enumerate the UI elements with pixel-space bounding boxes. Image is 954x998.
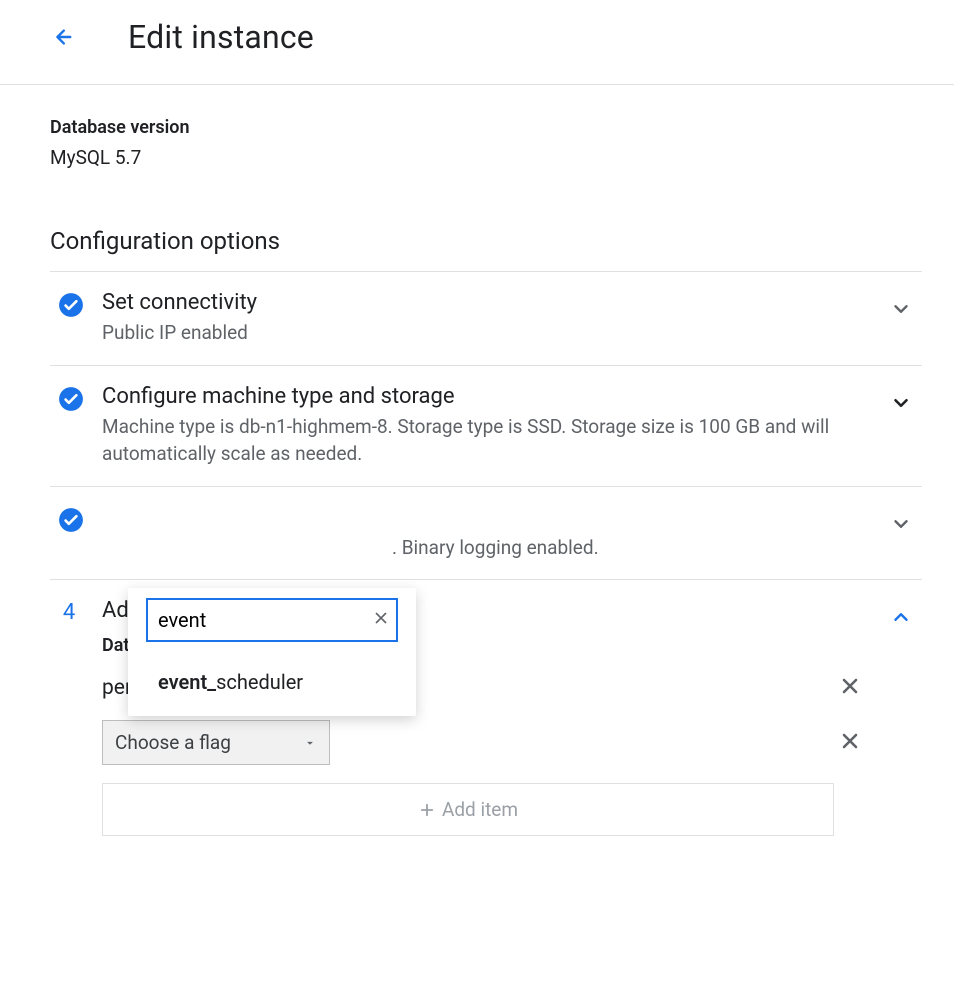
close-icon: [838, 674, 862, 698]
config-options-title: Configuration options: [50, 227, 922, 255]
add-item-button[interactable]: Add item: [102, 783, 834, 836]
expand-machine[interactable]: [890, 392, 912, 418]
db-version-label: Database version: [50, 117, 922, 138]
arrow-left-icon: [51, 26, 73, 48]
flag-search-input[interactable]: [146, 598, 398, 642]
plus-icon: [418, 801, 436, 819]
row-connectivity-sub: Public IP enabled: [102, 319, 866, 347]
expand-backups[interactable]: [890, 513, 912, 539]
flag-autocomplete: event_scheduler: [128, 588, 416, 716]
page-title: Edit instance: [128, 18, 314, 56]
row-machine[interactable]: Configure machine type and storage Machi…: [50, 366, 922, 487]
chevron-down-icon: [890, 513, 912, 535]
choose-flag-select[interactable]: Choose a flag: [102, 720, 330, 765]
row-connectivity[interactable]: Set connectivity Public IP enabled: [50, 272, 922, 366]
remove-flag-button[interactable]: [838, 674, 862, 702]
row-backups-sub: . Binary logging enabled.: [102, 534, 866, 562]
clear-input-button[interactable]: [372, 609, 390, 631]
chevron-down-icon: [890, 298, 912, 320]
autocomplete-option[interactable]: event_scheduler: [128, 656, 416, 712]
choose-flag-label: Choose a flag: [115, 731, 231, 754]
chevron-up-icon: [890, 606, 912, 628]
row-machine-title: Configure machine type and storage: [102, 384, 866, 409]
chevron-down-icon: [890, 392, 912, 414]
row-machine-sub: Machine type is db-n1-highmem-8. Storage…: [102, 413, 866, 468]
row-backups[interactable]: . Binary logging enabled.: [50, 487, 922, 581]
back-button[interactable]: [44, 19, 80, 55]
caret-down-icon: [303, 736, 317, 750]
remove-flag-button[interactable]: [838, 729, 862, 757]
close-icon: [838, 729, 862, 753]
check-circle-icon: [58, 292, 84, 318]
expand-connectivity[interactable]: [890, 298, 912, 324]
close-icon: [372, 609, 390, 627]
row-connectivity-title: Set connectivity: [102, 290, 866, 315]
option-rest: scheduler: [216, 670, 303, 694]
row-backups-title: [102, 505, 866, 530]
check-circle-icon: [58, 386, 84, 412]
step-number: 4: [58, 600, 80, 625]
flag-row-new: Choose a flag: [102, 720, 866, 765]
check-circle-icon: [58, 507, 84, 533]
collapse-flags[interactable]: [890, 606, 912, 632]
add-item-label: Add item: [442, 798, 518, 821]
db-version-value: MySQL 5.7: [50, 146, 922, 169]
option-match: event_: [158, 670, 216, 694]
